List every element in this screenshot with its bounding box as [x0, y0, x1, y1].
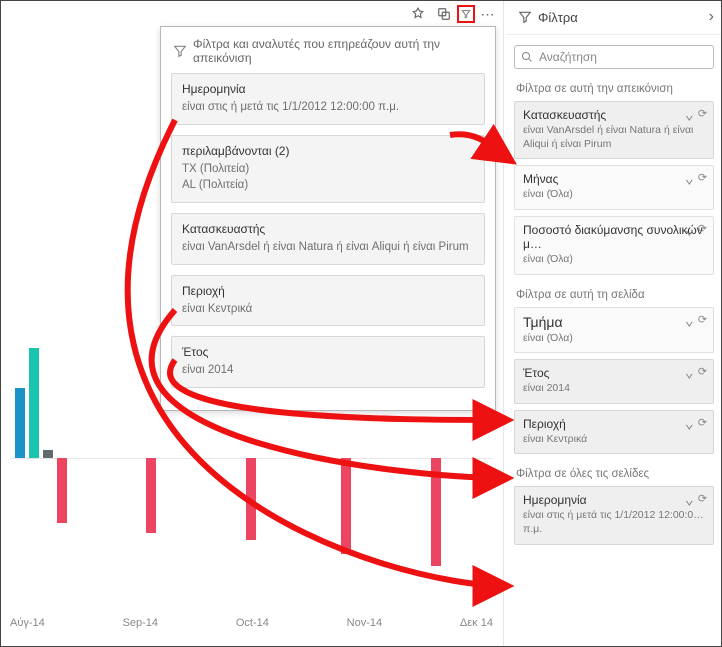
axis-label: Δεκ 14: [460, 617, 493, 629]
filter-title: Έτος: [523, 366, 705, 380]
filter-manufacturer[interactable]: Κατασκευαστής είναι VanArsdel ή είναι Na…: [514, 101, 714, 159]
filter-sub: είναι 2014: [523, 382, 705, 396]
filter-tooltip: Φίλτρα και αναλυτές που επηρεάζουν αυτή …: [160, 26, 496, 411]
filter-title: Περιοχή: [523, 417, 705, 431]
funnel-icon: [518, 10, 532, 24]
filter-title: Τμήμα: [523, 314, 705, 330]
axis-label: Αύγ-14: [10, 617, 45, 629]
visual-toolbar: ⋯: [409, 5, 497, 23]
filter-sub: είναι στις ή μετά τις 1/1/2012 12:00:0… …: [523, 509, 705, 536]
filter-title: Ημερομηνία: [523, 493, 705, 507]
filter-date[interactable]: Ημερομηνία είναι στις ή μετά τις 1/1/201…: [514, 486, 714, 544]
section-page: Φίλτρα σε αυτή τη σελίδα: [516, 289, 712, 301]
search-icon: [521, 51, 533, 63]
filter-card: Κατασκευαστής είναι VanArsdel ή είναι Na…: [171, 213, 485, 265]
filter-variance[interactable]: Ποσοστό διακύμανσης συνολικών μ… είναι (…: [514, 216, 714, 275]
filter-segment[interactable]: Τμήμα είναι (Όλα): [514, 307, 714, 354]
filter-sub: είναι Κεντρικά: [523, 433, 705, 447]
chevron-down-icon[interactable]: [685, 492, 694, 510]
filter-card: Περιοχή είναι Κεντρικά: [171, 275, 485, 327]
axis-label: Sep-14: [123, 617, 158, 629]
filter-card-sub: είναι 2014: [182, 362, 474, 379]
chevron-down-icon[interactable]: [685, 171, 694, 189]
filter-month[interactable]: Μήνας είναι (Όλα): [514, 165, 714, 210]
filter-card-title: Ημερομηνία: [182, 82, 474, 96]
erase-icon[interactable]: [698, 107, 707, 125]
erase-icon[interactable]: [698, 492, 707, 510]
panel-header: Φίλτρα ›: [506, 0, 722, 35]
filter-sub: είναι VanArsdel ή είναι Natura ή είναι A…: [523, 124, 705, 151]
axis-label: Nov-14: [347, 617, 382, 629]
filter-card-title: Έτος: [182, 345, 474, 359]
erase-icon[interactable]: [698, 365, 707, 383]
erase-icon[interactable]: [698, 313, 707, 331]
chevron-down-icon[interactable]: [685, 416, 694, 434]
filter-region[interactable]: Περιοχή είναι Κεντρικά: [514, 410, 714, 455]
filter-card-title: περιλαμβάνονται (2): [182, 144, 474, 158]
expand-icon[interactable]: ›: [709, 8, 714, 26]
more-icon[interactable]: ⋯: [479, 5, 497, 23]
erase-icon[interactable]: [698, 171, 707, 189]
filter-icon[interactable]: [457, 5, 475, 23]
filter-year[interactable]: Έτος είναι 2014: [514, 359, 714, 404]
filter-sub: είναι (Όλα): [523, 188, 705, 202]
chart-x-axis: Αύγ-14 Sep-14 Oct-14 Nov-14 Δεκ 14: [10, 617, 493, 629]
section-visual: Φίλτρα σε αυτή την απεικόνιση: [516, 83, 712, 95]
popup-header: Φίλτρα και αναλυτές που επηρεάζουν αυτή …: [173, 37, 483, 65]
popup-title: Φίλτρα και αναλυτές που επηρεάζουν αυτή …: [193, 37, 483, 65]
chevron-down-icon[interactable]: [685, 222, 694, 240]
filter-card-sub: είναι στις ή μετά τις 1/1/2012 12:00:00 …: [182, 99, 474, 116]
panel-title: Φίλτρα: [538, 10, 578, 25]
axis-label: Oct-14: [236, 617, 269, 629]
filter-card-sub: είναι VanArsdel ή είναι Natura ή είναι A…: [182, 239, 474, 256]
filter-sub: είναι (Όλα): [523, 253, 705, 267]
chevron-down-icon[interactable]: [685, 365, 694, 383]
filter-card-sub: είναι Κεντρικά: [182, 301, 474, 318]
funnel-icon: [173, 44, 187, 58]
chevron-down-icon[interactable]: [685, 107, 694, 125]
chevron-down-icon[interactable]: [685, 313, 694, 331]
search-input[interactable]: Αναζήτηση: [514, 45, 714, 69]
erase-icon[interactable]: [698, 222, 707, 240]
filters-panel: Φίλτρα › Αναζήτηση Φίλτρα σε αυτή την απ…: [506, 0, 722, 647]
filter-card-title: Κατασκευαστής: [182, 222, 474, 236]
filter-card-sub: TX (Πολιτεία) AL (Πολιτεία): [182, 161, 474, 194]
erase-icon[interactable]: [698, 416, 707, 434]
filter-sub: είναι (Όλα): [523, 332, 705, 346]
section-all: Φίλτρα σε όλες τις σελίδες: [516, 468, 712, 480]
filter-title: Μήνας: [523, 172, 705, 186]
pin-icon[interactable]: [409, 5, 427, 23]
filter-card-title: Περιοχή: [182, 284, 474, 298]
filter-card: Ημερομηνία είναι στις ή μετά τις 1/1/201…: [171, 73, 485, 125]
filter-card: περιλαμβάνονται (2) TX (Πολιτεία) AL (Πο…: [171, 135, 485, 203]
copy-icon[interactable]: [435, 5, 453, 23]
filter-card: Έτος είναι 2014: [171, 336, 485, 388]
search-placeholder: Αναζήτηση: [539, 50, 597, 64]
filter-title: Ποσοστό διακύμανσης συνολικών μ…: [523, 223, 705, 251]
filter-title: Κατασκευαστής: [523, 108, 705, 122]
